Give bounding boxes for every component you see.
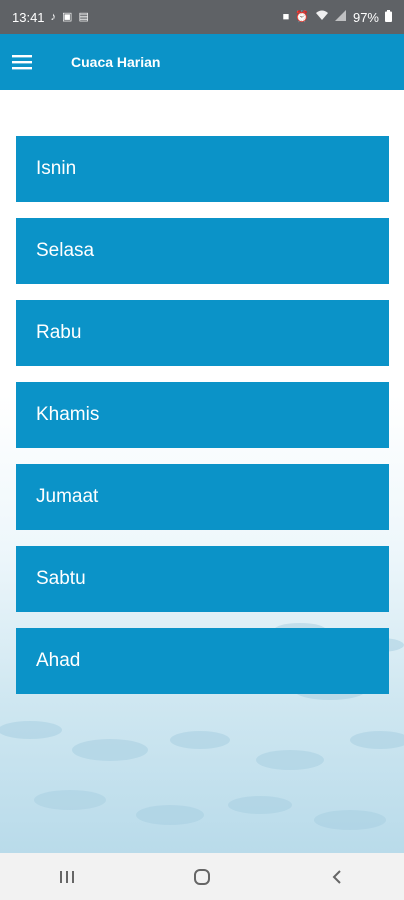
day-label: Jumaat	[36, 486, 99, 507]
signal-icon	[334, 10, 347, 24]
day-label: Sabtu	[36, 568, 86, 589]
status-bar: 13:41 ♪ ▣ ▤ ■ ⏰ 97%	[0, 0, 404, 34]
app-icon: ▣	[62, 10, 73, 23]
recent-apps-icon[interactable]	[37, 857, 97, 897]
tiktok-icon: ♪	[50, 10, 57, 23]
day-label: Rabu	[36, 322, 82, 343]
day-label: Isnin	[36, 158, 77, 179]
wifi-icon	[315, 10, 329, 24]
day-item-jumaat[interactable]: Jumaat	[16, 464, 389, 530]
app-title: Cuaca Harian	[71, 54, 161, 70]
day-item-ahad[interactable]: Ahad	[16, 628, 389, 694]
lock-icon: ■	[282, 10, 290, 23]
hamburger-menu-icon[interactable]	[4, 44, 40, 80]
status-left: 13:41 ♪ ▣ ▤	[12, 10, 89, 25]
back-icon[interactable]	[307, 857, 367, 897]
status-time: 13:41	[12, 9, 45, 25]
day-label: Selasa	[36, 240, 95, 261]
status-right: ■ ⏰ 97%	[282, 9, 392, 25]
home-icon[interactable]	[172, 857, 232, 897]
day-item-sabtu[interactable]: Sabtu	[16, 546, 389, 612]
battery-icon	[385, 9, 392, 25]
day-item-selasa[interactable]: Selasa	[16, 218, 389, 284]
content-area: Isnin Selasa Rabu Khamis Jumaat Sabtu Ah…	[0, 90, 404, 853]
alarm-icon: ⏰	[295, 10, 309, 23]
battery-percent: 97%	[352, 9, 379, 25]
app-bar: Cuaca Harian	[0, 34, 404, 90]
day-label: Khamis	[36, 404, 100, 425]
day-label: Ahad	[36, 650, 81, 671]
day-item-khamis[interactable]: Khamis	[16, 382, 389, 448]
day-list: Isnin Selasa Rabu Khamis Jumaat Sabtu Ah…	[16, 136, 389, 710]
day-item-isnin[interactable]: Isnin	[16, 136, 389, 202]
system-nav-bar	[0, 853, 404, 900]
day-item-rabu[interactable]: Rabu	[16, 300, 389, 366]
image-icon: ▤	[78, 10, 89, 23]
